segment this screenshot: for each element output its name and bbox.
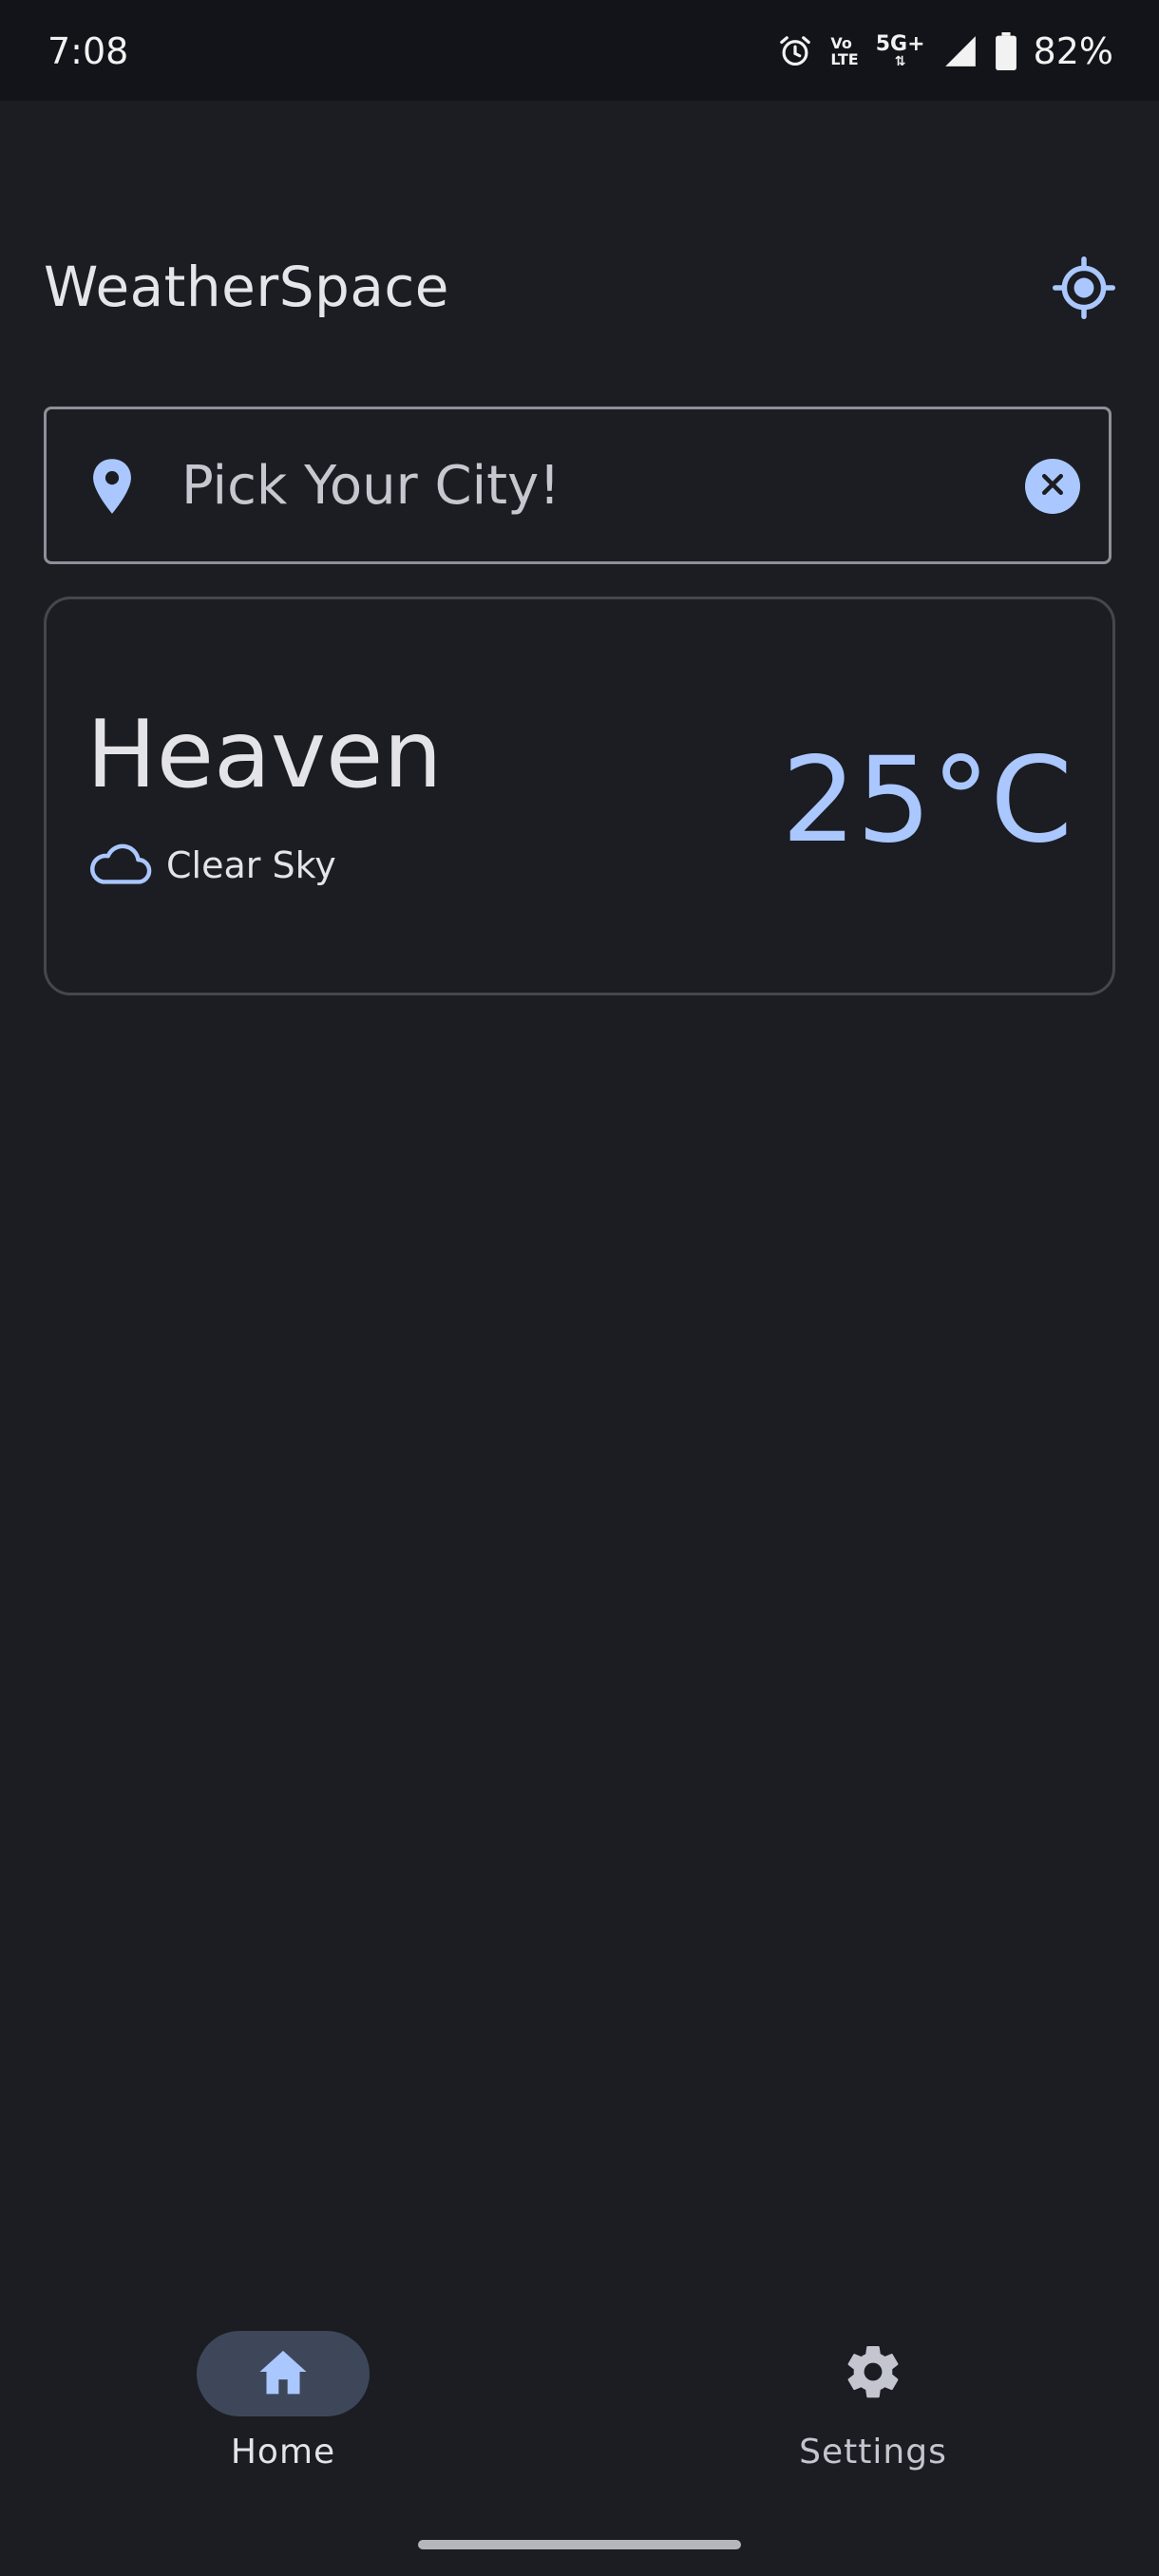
- home-icon: [256, 2347, 310, 2400]
- bottom-navigation: Home Settings: [0, 2299, 1159, 2508]
- clear-icon: [1038, 470, 1067, 502]
- weather-card[interactable]: Heaven Clear Sky 25°C: [44, 597, 1115, 995]
- data-arrows: ⇅: [894, 54, 906, 69]
- alarm-icon: [777, 33, 813, 69]
- nav-label-settings: Settings: [799, 2433, 947, 2472]
- temperature: 25°C: [781, 732, 1073, 869]
- status-bar: 7:08 Vo LTE 5G+ ⇅ 82%: [0, 0, 1159, 101]
- volte-bottom: LTE: [830, 50, 859, 68]
- status-icons: Vo LTE 5G+ ⇅ 82%: [777, 23, 1113, 80]
- location-pin-icon: [86, 457, 138, 516]
- volte-top: Vo: [830, 34, 852, 52]
- city-name: Heaven: [86, 701, 443, 809]
- condition-text: Clear Sky: [166, 844, 336, 886]
- condition-row: Clear Sky: [86, 841, 336, 890]
- cloud-icon: [86, 841, 153, 890]
- nav-indicator: [787, 2331, 960, 2416]
- battery-percent: 82%: [1033, 30, 1113, 72]
- 5g-icon: 5G+ ⇅: [875, 32, 925, 69]
- signal-icon: [942, 33, 978, 69]
- volte-icon: Vo LTE: [830, 35, 858, 67]
- network-type: 5G+: [875, 32, 925, 56]
- gear-icon: [846, 2344, 901, 2403]
- nav-item-home[interactable]: Home: [141, 2331, 426, 2492]
- nav-item-settings[interactable]: Settings: [731, 2331, 1016, 2492]
- my-location-button[interactable]: [1051, 256, 1117, 323]
- gesture-handle[interactable]: [418, 2540, 741, 2549]
- city-search-input[interactable]: [181, 445, 922, 525]
- battery-icon: [995, 32, 1016, 70]
- nav-indicator: [197, 2331, 370, 2416]
- nav-label-home: Home: [230, 2433, 336, 2472]
- city-search-field[interactable]: [44, 407, 1112, 564]
- clear-button[interactable]: [1025, 459, 1080, 514]
- app-title: WeatherSpace: [44, 255, 449, 319]
- my-location-icon: [1053, 256, 1115, 323]
- status-time: 7:08: [48, 30, 129, 72]
